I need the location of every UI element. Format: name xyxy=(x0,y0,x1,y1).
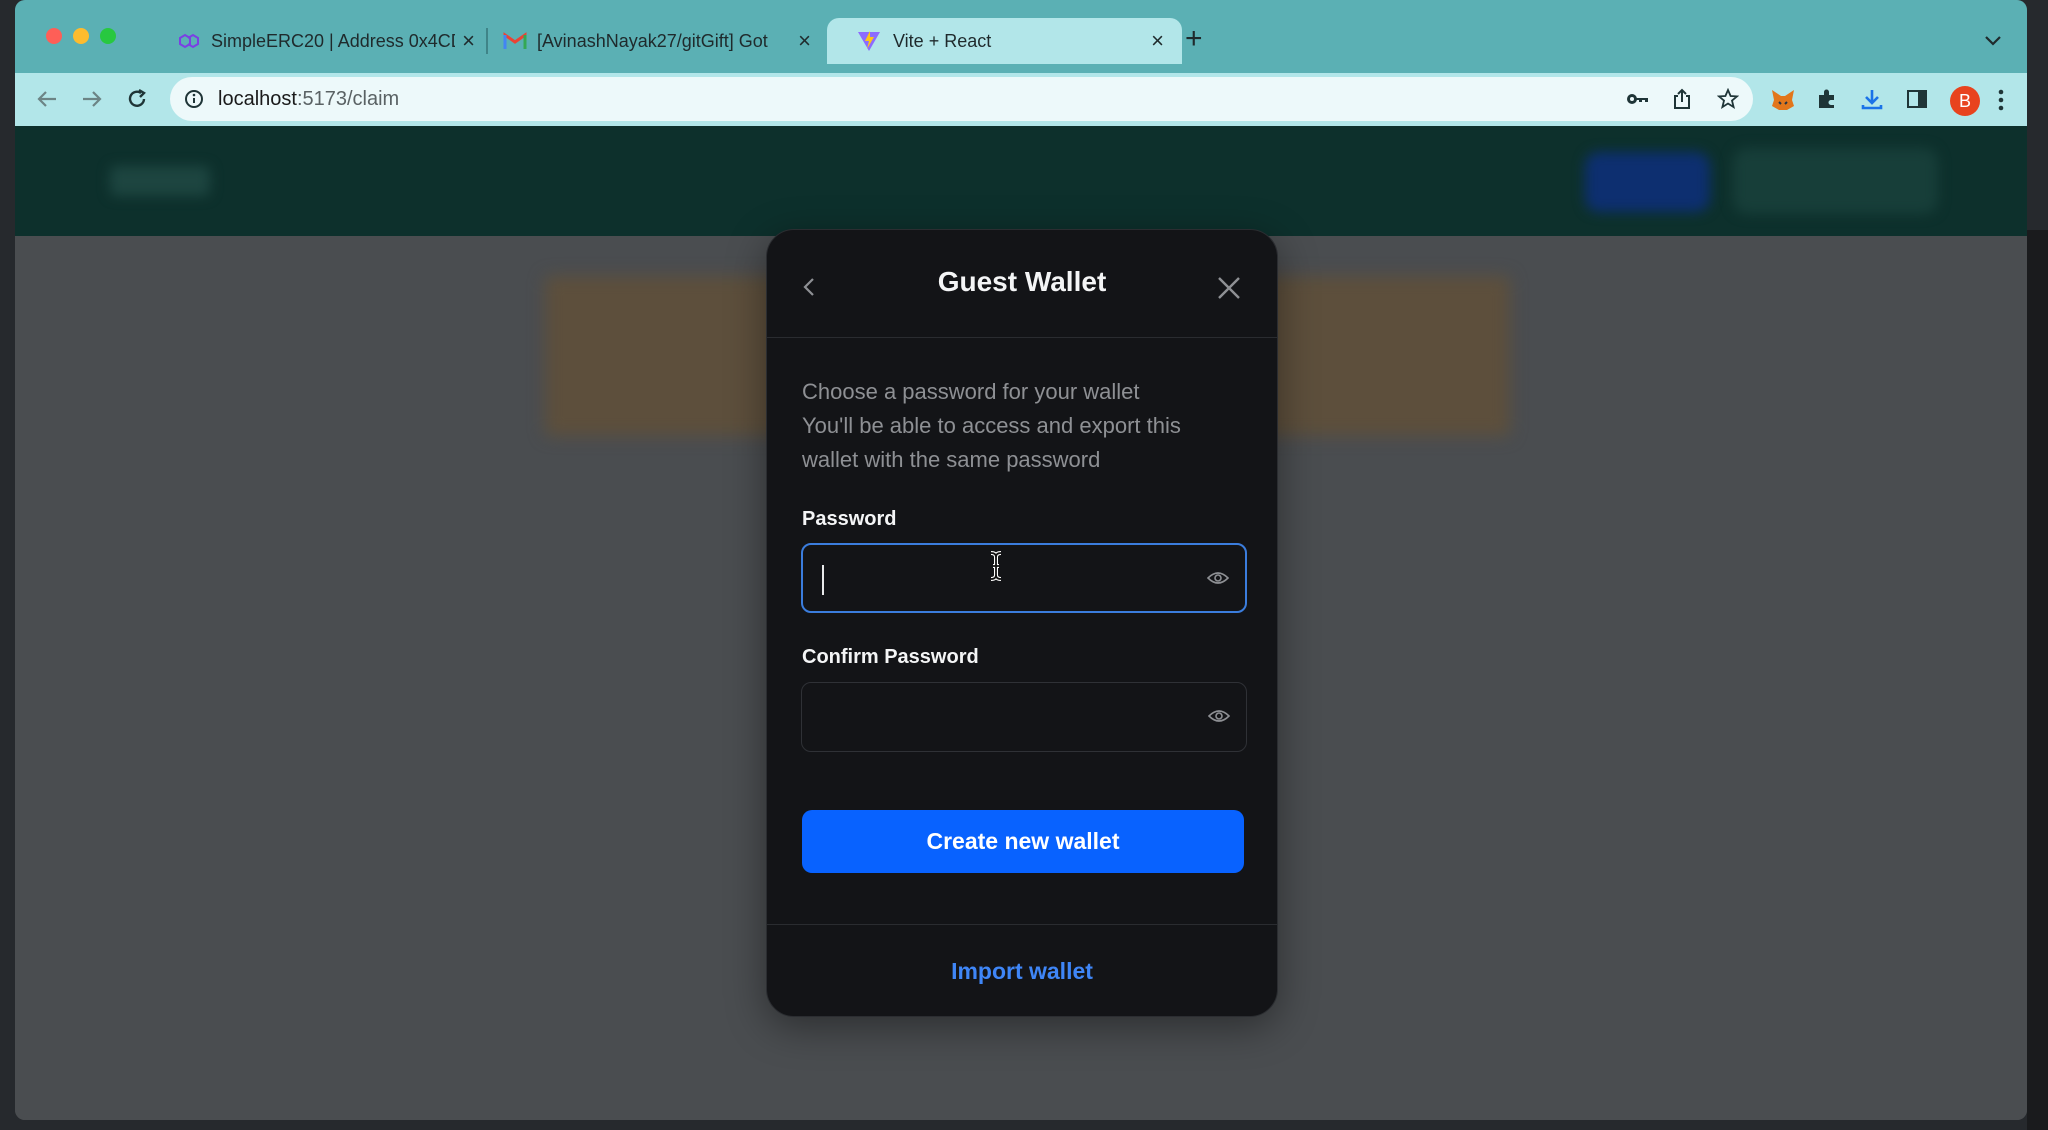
key-icon[interactable] xyxy=(1626,92,1650,106)
gmail-icon xyxy=(503,32,527,49)
eye-icon[interactable] xyxy=(1208,707,1230,725)
side-panel-icon[interactable] xyxy=(1906,88,1928,110)
arrow-left-icon xyxy=(37,91,56,107)
back-button[interactable] xyxy=(31,83,63,115)
window-close-button[interactable] xyxy=(46,28,62,44)
avatar-initial: B xyxy=(1958,91,1971,111)
tab-separator xyxy=(486,28,488,54)
extensions-icon[interactable] xyxy=(1815,87,1839,111)
app-logo xyxy=(110,166,210,196)
modal-divider xyxy=(767,924,1277,925)
header-connect-button xyxy=(1733,148,1938,214)
vite-icon xyxy=(858,31,880,51)
tab-gitgift[interactable]: [AvinashNayak27/gitGift] Got × xyxy=(491,18,821,64)
url-text[interactable]: localhost:5173/claim xyxy=(218,88,399,111)
text-caret xyxy=(822,565,824,595)
description-line: wallet with the same password xyxy=(802,447,1101,472)
guest-wallet-modal: Guest Wallet Choose a password for your … xyxy=(766,229,1278,1017)
tab-search-icon[interactable] xyxy=(1983,34,2003,48)
close-icon[interactable]: × xyxy=(1151,30,1164,52)
app-header xyxy=(15,126,2027,236)
new-tab-button[interactable]: + xyxy=(1185,22,1203,56)
star-icon[interactable] xyxy=(1717,88,1739,110)
description-line: You'll be able to access and export this xyxy=(802,413,1181,438)
info-icon[interactable] xyxy=(184,89,204,109)
header-button xyxy=(1585,152,1710,212)
import-wallet-link[interactable]: Import wallet xyxy=(767,958,1277,985)
confirm-password-label: Confirm Password xyxy=(802,646,979,668)
polygon-icon xyxy=(179,33,199,49)
tab-simpleerc20[interactable]: SimpleERC20 | Address 0x4CD × xyxy=(155,18,485,64)
share-icon[interactable] xyxy=(1672,88,1692,110)
tab-title: [AvinashNayak27/gitGift] Got xyxy=(537,30,768,51)
tab-title: SimpleERC20 | Address 0x4CD xyxy=(211,30,455,51)
kebab-menu-icon[interactable] xyxy=(1997,88,2005,112)
reload-icon xyxy=(128,88,146,107)
text-cursor-icon xyxy=(990,551,1002,581)
metamask-icon[interactable] xyxy=(1770,88,1796,112)
forward-button[interactable] xyxy=(76,83,108,115)
url-path: :5173/claim xyxy=(296,88,400,110)
browser-toolbar: localhost:5173/claim B xyxy=(15,73,2027,126)
close-icon[interactable]: × xyxy=(462,30,475,52)
download-icon[interactable] xyxy=(1860,87,1884,111)
reload-button[interactable] xyxy=(121,83,153,115)
modal-description: Choose a password for your wallet You'll… xyxy=(802,375,1242,477)
confirm-password-field[interactable] xyxy=(801,682,1247,752)
desktop-edge xyxy=(2027,230,2048,1130)
password-label: Password xyxy=(802,508,897,530)
window-maximize-button[interactable] xyxy=(100,28,116,44)
arrow-right-icon xyxy=(83,91,102,107)
tab-vite-react[interactable]: Vite + React × xyxy=(827,18,1182,64)
confirm-password-input[interactable] xyxy=(816,691,1176,743)
modal-divider xyxy=(767,337,1277,338)
window-minimize-button[interactable] xyxy=(73,28,89,44)
create-wallet-button[interactable]: Create new wallet xyxy=(802,810,1244,873)
tab-title: Vite + React xyxy=(893,30,992,51)
tab-strip: SimpleERC20 | Address 0x4CD × [AvinashNa… xyxy=(15,0,2027,73)
modal-title: Guest Wallet xyxy=(937,266,1107,297)
url-host: localhost xyxy=(218,88,297,110)
description-line: Choose a password for your wallet xyxy=(802,379,1140,404)
close-icon[interactable]: × xyxy=(798,30,811,52)
address-bar[interactable]: localhost:5173/claim xyxy=(170,77,1753,121)
screen: SimpleERC20 | Address 0x4CD × [AvinashNa… xyxy=(0,0,2048,1130)
close-icon[interactable] xyxy=(1215,274,1243,302)
eye-icon[interactable] xyxy=(1207,569,1229,587)
avatar[interactable]: B xyxy=(1950,86,1980,116)
password-field[interactable] xyxy=(801,543,1247,613)
